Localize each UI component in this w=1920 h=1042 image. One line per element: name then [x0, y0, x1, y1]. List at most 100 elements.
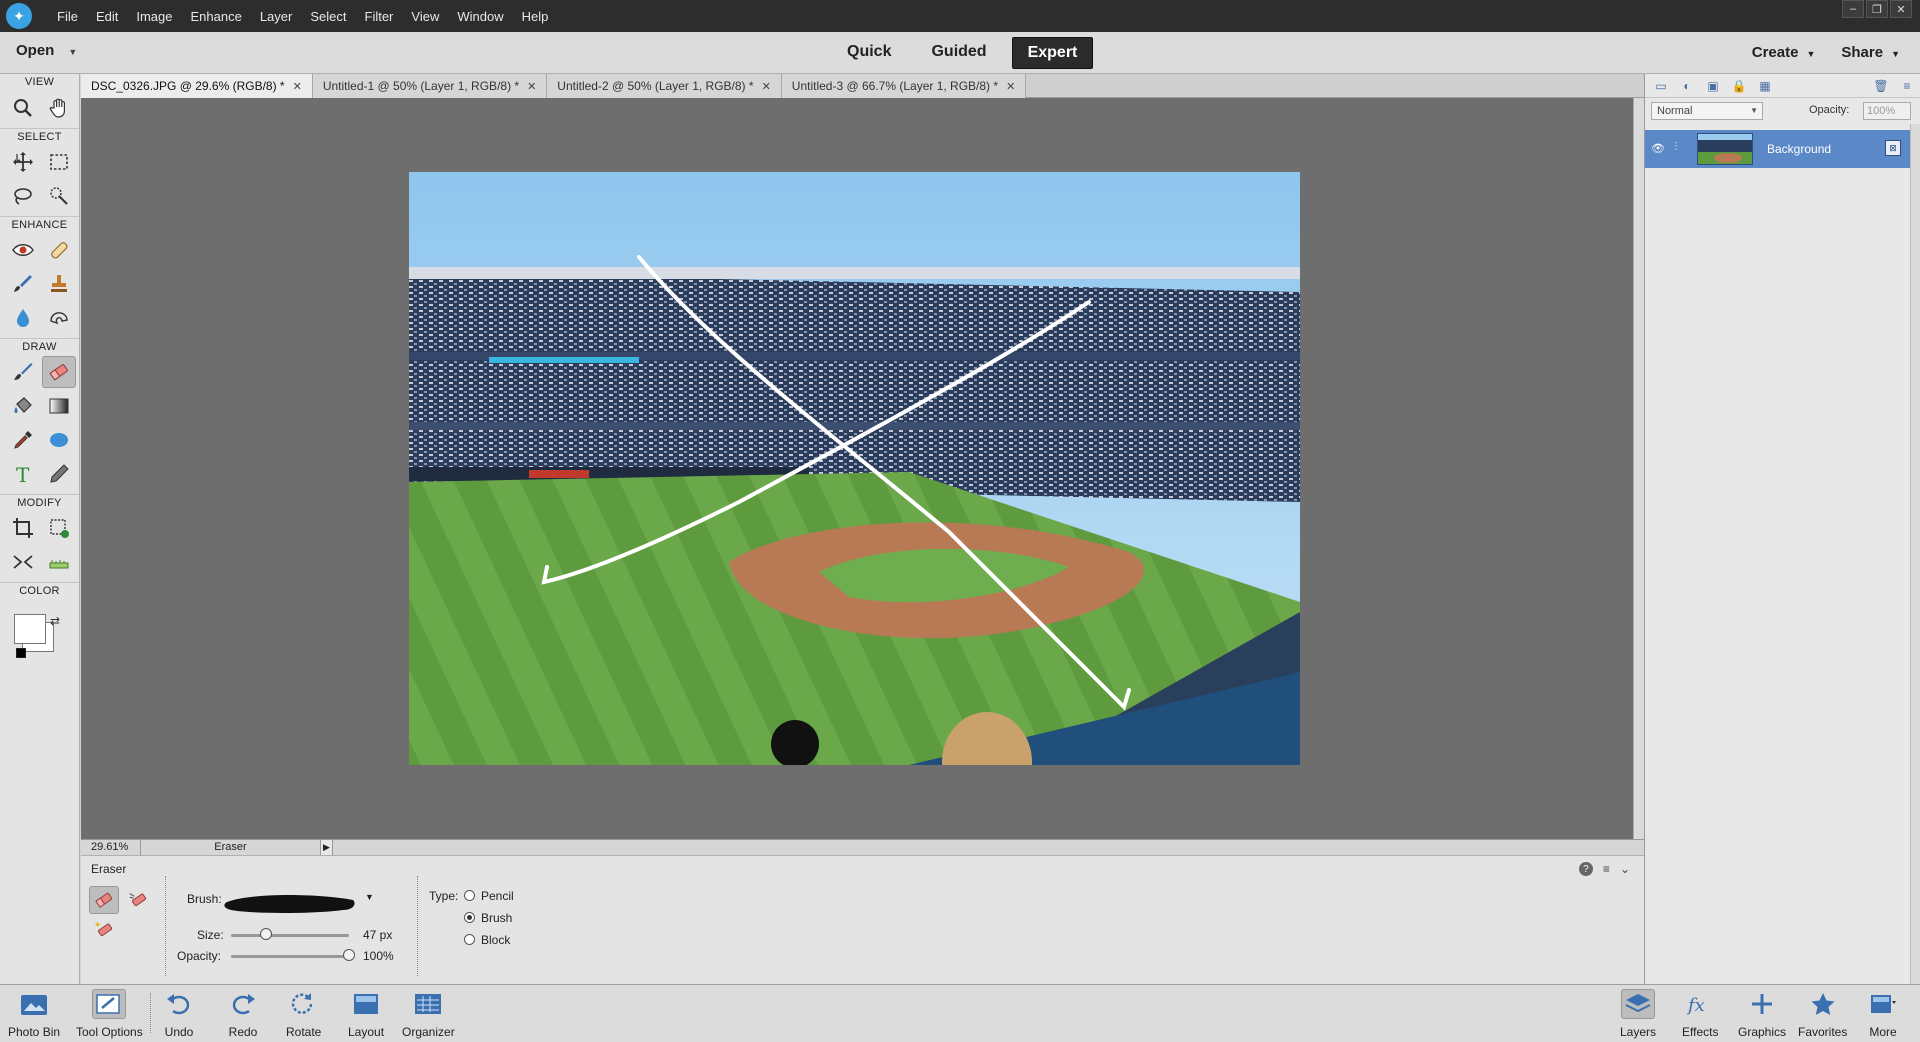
opacity-slider-track[interactable] — [231, 955, 349, 958]
swap-colors-icon[interactable]: ⇄ — [50, 614, 60, 628]
type-brush-radio[interactable] — [464, 912, 475, 923]
layers-button[interactable]: Layers — [1620, 989, 1656, 1039]
background-lock-icon[interactable]: ⊠ — [1885, 140, 1901, 156]
brush-preset-picker[interactable] — [223, 890, 359, 914]
menu-view[interactable]: View — [402, 9, 448, 24]
visibility-eye-icon[interactable]: 👁 — [1651, 142, 1665, 155]
redo-button[interactable]: Redo — [226, 989, 260, 1039]
rotate-button[interactable]: Rotate — [286, 989, 321, 1039]
menu-layer[interactable]: Layer — [251, 9, 302, 24]
panel-menu-icon[interactable]: ≡ — [1899, 78, 1915, 94]
menu-edit[interactable]: Edit — [87, 9, 127, 24]
zoom-level[interactable]: 29.61% — [81, 839, 141, 856]
eraser-tool-icon[interactable] — [42, 356, 76, 388]
close-tab-icon[interactable]: ✕ — [762, 80, 771, 93]
new-layer-icon[interactable]: ▭ — [1653, 78, 1669, 94]
document-tab[interactable]: Untitled-3 @ 66.7% (Layer 1, RGB/8) * ✕ — [781, 74, 1027, 98]
red-eye-tool-icon[interactable] — [6, 234, 40, 266]
canvas-vertical-scrollbar[interactable] — [1633, 98, 1644, 839]
foreground-color-swatch[interactable] — [14, 614, 46, 644]
panel-menu-icon[interactable]: ≡ — [1603, 862, 1610, 876]
close-tab-icon[interactable]: ✕ — [293, 80, 302, 93]
content-aware-move-tool-icon[interactable] — [6, 546, 40, 578]
layers-scrollbar[interactable] — [1910, 124, 1920, 984]
gradient-tool-icon[interactable] — [42, 390, 76, 422]
undo-button[interactable]: Undo — [162, 989, 196, 1039]
organizer-button[interactable]: Organizer — [402, 989, 455, 1039]
smart-brush-tool-icon[interactable] — [6, 268, 40, 300]
app-logo-icon[interactable]: ✦ — [6, 3, 32, 29]
help-icon[interactable]: ? — [1578, 862, 1593, 876]
status-menu-arrow-icon[interactable]: ▶ — [321, 839, 333, 856]
mode-quick[interactable]: Quick — [832, 37, 906, 69]
paint-bucket-tool-icon[interactable] — [6, 390, 40, 422]
size-slider-thumb[interactable] — [260, 928, 273, 940]
blur-tool-icon[interactable] — [6, 302, 40, 334]
clone-stamp-tool-icon[interactable] — [42, 268, 76, 300]
share-button[interactable]: Share ▼ — [1841, 44, 1900, 61]
magic-eraser-tool-icon[interactable] — [89, 916, 119, 944]
move-tool-icon[interactable] — [6, 146, 40, 178]
close-tab-icon[interactable]: ✕ — [1006, 80, 1015, 93]
close-tab-icon[interactable]: ✕ — [527, 80, 536, 93]
graphics-button[interactable]: Graphics — [1738, 989, 1786, 1039]
link-icon[interactable]: ⋮ — [1671, 141, 1681, 152]
collapse-chevron-icon[interactable]: ⌄ — [1620, 862, 1630, 876]
menu-help[interactable]: Help — [513, 9, 558, 24]
menu-file[interactable]: File — [48, 9, 87, 24]
opacity-slider-thumb[interactable] — [343, 949, 355, 961]
open-button[interactable]: Open ▼ — [16, 42, 77, 59]
eraser-tool-icon[interactable] — [89, 886, 119, 914]
lock-all-icon[interactable]: 🔒 — [1731, 78, 1747, 94]
type-tool-icon[interactable]: T — [6, 458, 40, 490]
eyedropper-tool-icon[interactable] — [6, 424, 40, 456]
close-icon[interactable]: ✕ — [1890, 0, 1912, 18]
document-tab[interactable]: Untitled-2 @ 50% (Layer 1, RGB/8) * ✕ — [547, 74, 782, 98]
more-button[interactable]: More — [1866, 989, 1900, 1039]
type-pencil-radio[interactable] — [464, 890, 475, 901]
spot-healing-tool-icon[interactable] — [42, 234, 76, 266]
create-button[interactable]: Create ▼ — [1752, 44, 1816, 61]
brush-dropdown-icon[interactable]: ▼ — [365, 892, 374, 902]
zoom-tool-icon[interactable] — [6, 92, 40, 124]
recompose-tool-icon[interactable] — [42, 512, 76, 544]
document-image[interactable] — [409, 172, 1300, 765]
default-colors-icon[interactable] — [16, 648, 26, 658]
menu-filter[interactable]: Filter — [356, 9, 403, 24]
menu-image[interactable]: Image — [127, 9, 181, 24]
document-tab[interactable]: DSC_0326.JPG @ 29.6% (RGB/8) * ✕ — [81, 74, 313, 98]
restore-icon[interactable]: ❐ — [1866, 0, 1888, 18]
ellipse-shape-tool-icon[interactable] — [42, 424, 76, 456]
effects-button[interactable]: fx Effects — [1682, 989, 1718, 1039]
layer-mask-icon[interactable]: ▣ — [1705, 78, 1721, 94]
menu-window[interactable]: Window — [448, 9, 512, 24]
type-block-radio[interactable] — [464, 934, 475, 945]
marquee-tool-icon[interactable] — [42, 146, 76, 178]
hand-tool-icon[interactable] — [42, 92, 76, 124]
menu-select[interactable]: Select — [301, 9, 355, 24]
new-adjustment-layer-icon[interactable]: ◐ — [1679, 78, 1695, 94]
minimize-icon[interactable]: – — [1842, 0, 1864, 18]
sponge-tool-icon[interactable] — [42, 302, 76, 334]
brush-tool-icon[interactable] — [6, 356, 40, 388]
layer-row[interactable]: 👁 ⋮ Background ⊠ — [1645, 130, 1911, 168]
trash-icon[interactable]: 🗑 — [1873, 78, 1889, 94]
tool-options-button[interactable]: Tool Options — [76, 989, 143, 1039]
size-slider-track[interactable] — [231, 934, 349, 937]
lasso-tool-icon[interactable] — [6, 180, 40, 212]
photo-bin-button[interactable]: Photo Bin — [8, 989, 60, 1039]
size-value[interactable]: 47 px — [363, 928, 392, 942]
lock-transparent-icon[interactable]: ▦ — [1757, 78, 1773, 94]
pencil-tool-icon[interactable] — [42, 458, 76, 490]
quick-selection-tool-icon[interactable] — [42, 180, 76, 212]
menu-enhance[interactable]: Enhance — [182, 9, 251, 24]
favorites-button[interactable]: Favorites — [1798, 989, 1847, 1039]
blend-mode-select[interactable]: Normal ▼ — [1651, 102, 1763, 120]
opacity-value[interactable]: 100% — [363, 949, 394, 963]
mode-guided[interactable]: Guided — [916, 37, 1001, 69]
background-eraser-tool-icon[interactable] — [123, 886, 153, 914]
layer-opacity-field[interactable]: 100% — [1863, 102, 1911, 120]
straighten-tool-icon[interactable] — [42, 546, 76, 578]
layout-button[interactable]: Layout — [348, 989, 384, 1039]
crop-tool-icon[interactable] — [6, 512, 40, 544]
